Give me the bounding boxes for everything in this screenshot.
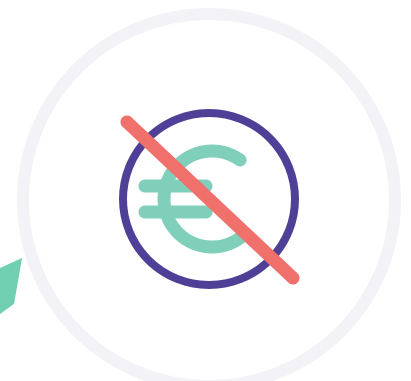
euro-icon <box>138 144 247 254</box>
corner-accent-shape <box>0 258 22 314</box>
no-euro-illustration <box>0 0 411 381</box>
no-euro-graphic <box>0 8 401 381</box>
